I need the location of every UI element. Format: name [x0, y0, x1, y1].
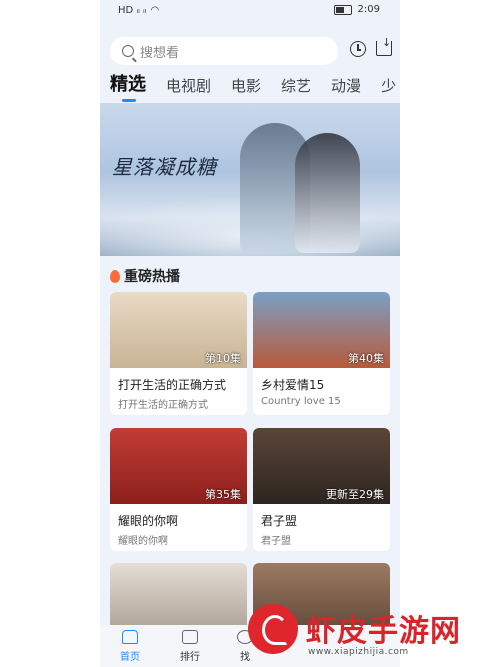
video-card[interactable]: 第10集 打开生活的正确方式 打开生活的正确方式 — [110, 292, 247, 415]
tab-tv-series[interactable]: 电视剧 — [166, 75, 211, 102]
episode-badge: 第35集 — [205, 488, 241, 501]
episode-badge: 更新至29集 — [326, 488, 384, 501]
signal-icon: HD ᵢₗ ᵢₗ — [118, 5, 147, 16]
search-icon — [122, 45, 134, 57]
video-subtitle: 打开生活的正确方式 — [118, 400, 208, 411]
watermark-text: 虾皮手游网 — [306, 614, 461, 649]
search-input[interactable]: 搜想看 — [110, 37, 338, 65]
video-subtitle: 耀眼的你啊 — [118, 536, 168, 547]
banner-figure — [295, 133, 360, 253]
wifi-icon: ◠ — [150, 5, 160, 16]
search-placeholder: 搜想看 — [140, 45, 180, 61]
watermark: 虾皮手游网 www.xiapizhijia.com — [248, 604, 498, 666]
tab-kids[interactable]: 少 — [381, 75, 396, 102]
ranking-icon — [182, 630, 198, 644]
tab-anime[interactable]: 动漫 — [331, 75, 361, 102]
video-card[interactable] — [110, 563, 247, 633]
video-subtitle: 君子盟 — [261, 536, 291, 547]
video-card[interactable]: 第35集 耀眼的你啊 耀眼的你啊 — [110, 428, 247, 551]
tab-movies[interactable]: 电影 — [231, 75, 261, 102]
status-time: 2:09 — [357, 4, 380, 15]
video-title: 君子盟 — [261, 514, 298, 528]
tab-featured[interactable]: 精选 — [110, 70, 146, 102]
video-title: 乡村爱情15 — [261, 378, 325, 392]
battery-icon — [333, 4, 352, 15]
nav-ranking[interactable]: 排行 — [170, 630, 210, 663]
category-tabs: 精选 电视剧 电影 综艺 动漫 少 — [110, 70, 396, 102]
signal-icons: HD ᵢₗ ᵢₗ ◠ — [118, 5, 159, 16]
watermark-logo-icon — [248, 604, 298, 654]
episode-badge: 第10集 — [205, 352, 241, 365]
video-subtitle: Country love 15 — [261, 396, 341, 407]
nav-home[interactable]: 首页 — [110, 630, 150, 663]
video-card[interactable]: 更新至29集 君子盟 君子盟 — [253, 428, 390, 551]
search-row: 搜想看 ↓ — [110, 37, 395, 65]
history-icon[interactable] — [350, 41, 366, 57]
banner-title: 星落凝成糖 — [112, 155, 217, 179]
watermark-url: www.xiapizhijia.com — [308, 647, 409, 657]
episode-badge: 第40集 — [348, 352, 384, 365]
video-title: 耀眼的你啊 — [118, 514, 179, 528]
status-bar: HD ᵢₗ ᵢₗ ◠ 2:09 — [100, 0, 400, 22]
section-title: 重磅热播 — [110, 266, 180, 286]
phone-screen: HD ᵢₗ ᵢₗ ◠ 2:09 搜想看 ↓ 精选 电视剧 电影 综艺 动漫 少 … — [100, 0, 400, 667]
video-card[interactable]: 第40集 乡村爱情15 Country love 15 — [253, 292, 390, 415]
video-title: 打开生活的正确方式 — [118, 378, 227, 392]
home-icon — [122, 630, 138, 644]
download-icon[interactable]: ↓ — [376, 37, 392, 56]
tab-variety[interactable]: 综艺 — [281, 75, 311, 102]
flame-icon — [110, 269, 120, 283]
hero-banner[interactable]: 星落凝成糖 — [100, 103, 400, 256]
video-thumbnail — [110, 563, 247, 633]
